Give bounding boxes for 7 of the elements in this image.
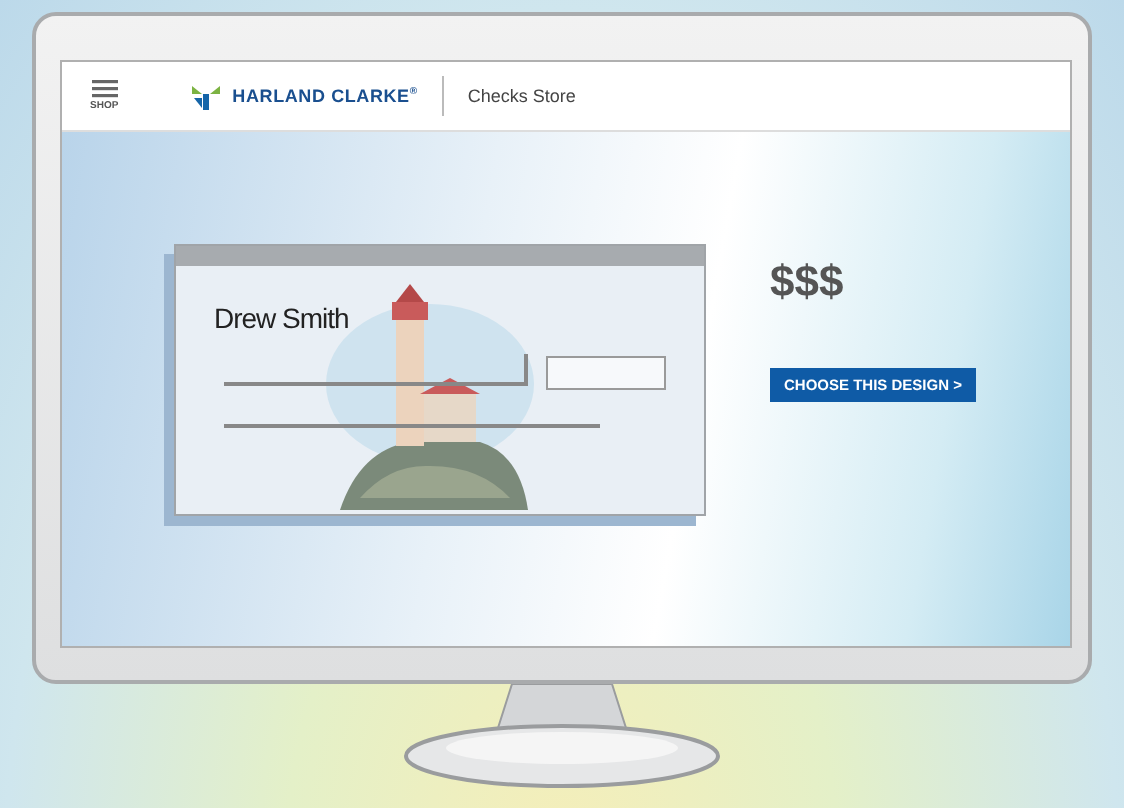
logo-icon bbox=[190, 83, 223, 109]
account-holder-name: Drew Smith bbox=[214, 302, 349, 334]
menu-icon bbox=[91, 80, 118, 98]
amount-field bbox=[546, 356, 666, 390]
brand-name: HARLAND CLARKE$^{®}$ bbox=[232, 86, 418, 106]
price-level: $$$ bbox=[770, 256, 846, 308]
store-title: Checks Store bbox=[467, 86, 576, 106]
